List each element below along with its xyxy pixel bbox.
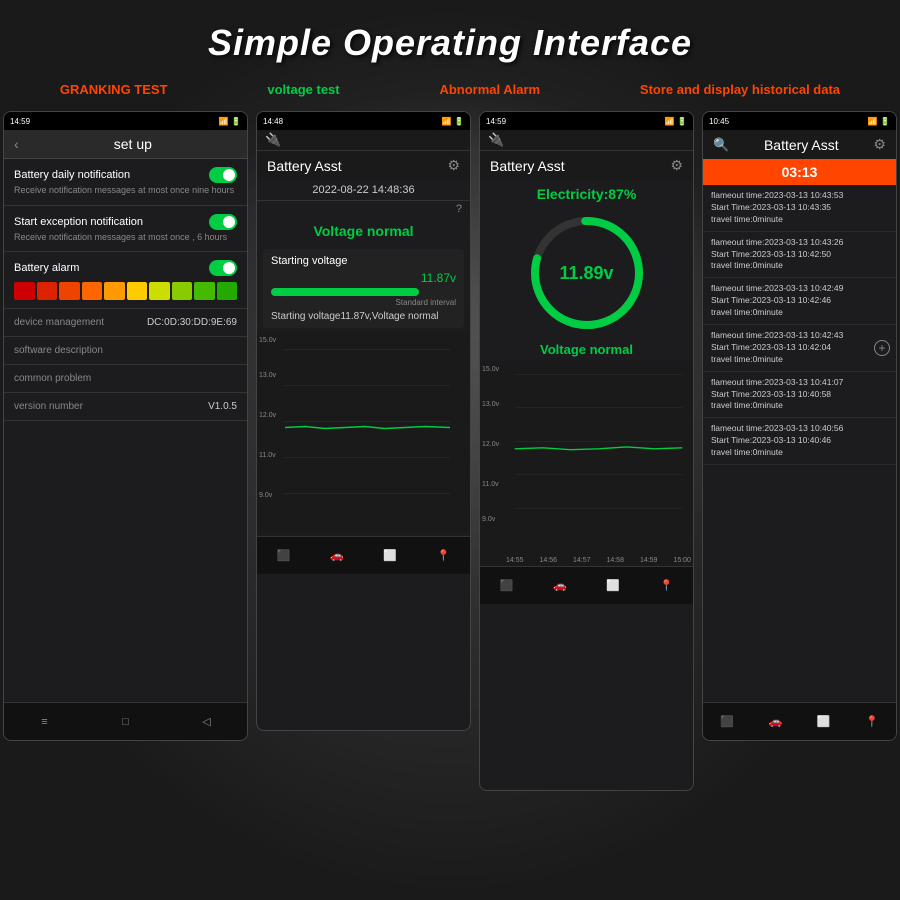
- nav-car-icon-3[interactable]: 🚗: [549, 575, 571, 597]
- battery-header-2: Battery Asst ⚙: [257, 151, 470, 180]
- gauge-value: 11.89v: [559, 263, 613, 284]
- alarm-color-bar: [14, 282, 237, 300]
- toggle-exception[interactable]: [209, 214, 237, 230]
- plug-icon-3: 🔌: [488, 132, 504, 148]
- nav-car-icon-4[interactable]: 🚗: [764, 711, 786, 733]
- status-bar-2: 14:48 📶 🔋: [257, 112, 470, 130]
- toggle-battery-daily[interactable]: [209, 167, 237, 183]
- plug-icon: 🔌: [265, 132, 281, 148]
- history-header: 🔍 Battery Asst ⚙: [703, 130, 896, 159]
- tab-granking[interactable]: GRANKING TEST: [60, 82, 168, 97]
- help-icon[interactable]: ?: [456, 203, 462, 215]
- nav-circle-icon-4[interactable]: ⬜: [813, 711, 835, 733]
- history-item-1: flameout time:2023-03-13 10:43:26 Start …: [703, 232, 896, 279]
- nav-bar-4: ⬛ 🚗 ⬜ 📍: [703, 702, 896, 740]
- setting-alarm: Battery alarm: [4, 252, 247, 309]
- timestamp-2: 2022-08-22 14:48:36: [257, 180, 470, 201]
- tab-abnormal[interactable]: Abnormal Alarm: [439, 82, 540, 97]
- voltage-bar: [271, 288, 419, 296]
- nav-camera-icon-4[interactable]: ⬛: [716, 711, 738, 733]
- screen-setup: 14:59 📶 🔋 ‹ set up Battery daily notific…: [3, 111, 248, 741]
- nav-bar-1: ≡ □ ◁: [4, 702, 247, 740]
- main-container: Simple Operating Interface GRANKING TEST…: [0, 0, 900, 900]
- tab-voltage[interactable]: voltage test: [267, 82, 339, 97]
- nav-circle-icon-2[interactable]: ⬜: [379, 545, 401, 567]
- toggle-alarm[interactable]: [209, 260, 237, 276]
- nav-back-icon[interactable]: ◁: [196, 711, 218, 733]
- history-item-2: flameout time:2023-03-13 10:42:49 Start …: [703, 278, 896, 325]
- common-problem-row: common problem: [4, 365, 247, 393]
- voltage-chart-2: 15.0v 13.0v 12.0v 11.0v 9.0v: [257, 332, 470, 532]
- back-icon[interactable]: ‹: [14, 136, 19, 152]
- screen-battery-gauge: 14:59 📶 🔋 🔌 Battery Asst ⚙ Electricity:8…: [479, 111, 694, 791]
- nav-bar-2: ⬛ 🚗 ⬜ 📍: [257, 536, 470, 574]
- nav-circle-icon-3[interactable]: ⬜: [602, 575, 624, 597]
- history-item-4: flameout time:2023-03-13 10:41:07 Start …: [703, 372, 896, 419]
- setting-battery-daily: Battery daily notification Receive notif…: [4, 159, 247, 206]
- nav-home-icon[interactable]: □: [115, 711, 137, 733]
- status-bar-1: 14:59 📶 🔋: [4, 112, 247, 130]
- nav-car-icon-2[interactable]: 🚗: [326, 545, 348, 567]
- chart-svg-3: [506, 365, 691, 528]
- nav-camera-icon-2[interactable]: ⬛: [273, 545, 295, 567]
- history-item-5: flameout time:2023-03-13 10:40:56 Start …: [703, 418, 896, 465]
- setup-header: ‹ set up: [4, 130, 247, 159]
- gear-icon-2[interactable]: ⚙: [447, 157, 460, 174]
- tab-history[interactable]: Store and display historical data: [640, 82, 840, 97]
- starting-voltage-section: Starting voltage 11.87v Standard interva…: [263, 249, 464, 328]
- page-title: Simple Operating Interface: [208, 0, 692, 74]
- current-time-display: 03:13: [703, 159, 896, 185]
- screenshots-row: 14:59 📶 🔋 ‹ set up Battery daily notific…: [5, 111, 895, 900]
- battery-header-3: Battery Asst ⚙: [480, 151, 693, 180]
- gear-icon-4[interactable]: ⚙: [873, 136, 886, 153]
- status-bar-3: 14:59 📶 🔋: [480, 112, 693, 130]
- screen-history: 10:45 📶 🔋 🔍 Battery Asst ⚙ 03:13 flameou…: [702, 111, 897, 741]
- version-number-row: version number V1.0.5: [4, 393, 247, 421]
- screen3-plug-bar: 🔌: [480, 130, 693, 151]
- setting-exception: Start exception notification Receive not…: [4, 206, 247, 253]
- history-item-3: flameout time:2023-03-13 10:42:43 Start …: [703, 325, 896, 372]
- status-bar-4: 10:45 📶 🔋: [703, 112, 896, 130]
- voltage-status-2: Voltage normal: [257, 217, 470, 245]
- software-description-row: software description: [4, 337, 247, 365]
- gear-icon-3[interactable]: ⚙: [670, 157, 683, 174]
- nav-pin-icon-4[interactable]: 📍: [861, 711, 883, 733]
- nav-pin-icon-2[interactable]: 📍: [432, 545, 454, 567]
- nav-camera-icon-3[interactable]: ⬛: [496, 575, 518, 597]
- history-list: flameout time:2023-03-13 10:43:53 Start …: [703, 185, 896, 465]
- screen2-header: 🔌: [257, 130, 470, 151]
- device-management-row: device management DC:0D:30:DD:9E:69: [4, 309, 247, 337]
- history-item-0: flameout time:2023-03-13 10:43:53 Start …: [703, 185, 896, 232]
- tab-row: GRANKING TEST voltage test Abnormal Alar…: [10, 74, 890, 111]
- screen-battery-voltage: 14:48 📶 🔋 🔌 Battery Asst ⚙ 2022-08-22 14…: [256, 111, 471, 731]
- voltage-normal-3: Voltage normal: [480, 338, 693, 361]
- electricity-display: Electricity:87%: [480, 180, 693, 208]
- voltage-chart-3: 15.0v 13.0v 12.0v 11.0v 9.0v 14:55 14:56: [480, 361, 693, 566]
- chart-svg-2: [285, 336, 450, 528]
- nav-bar-3: ⬛ 🚗 ⬜ 📍: [480, 566, 693, 604]
- add-button-3[interactable]: +: [874, 340, 890, 356]
- setup-title: set up: [29, 136, 237, 152]
- gauge-container: 11.89v: [480, 208, 693, 338]
- search-icon-4[interactable]: 🔍: [713, 137, 729, 153]
- nav-menu-icon[interactable]: ≡: [34, 711, 56, 733]
- nav-pin-icon-3[interactable]: 📍: [655, 575, 677, 597]
